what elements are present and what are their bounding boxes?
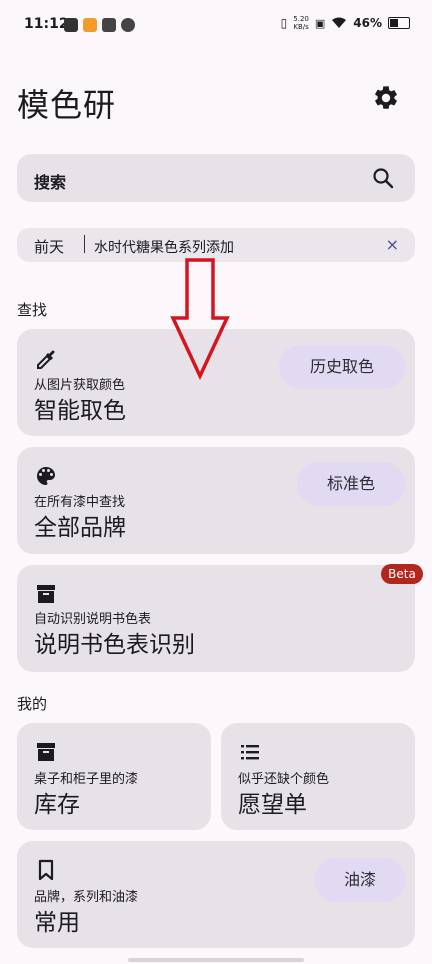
search-icon[interactable] xyxy=(371,166,395,190)
notification-icons xyxy=(64,18,135,32)
battery-icon xyxy=(388,17,410,29)
status-bar: 11:12 ▯ 5.20 KB/s ▣ 46% xyxy=(0,0,432,52)
search-label: 搜索 xyxy=(34,173,67,192)
common-card[interactable]: 品牌，系列和油漆 常用 油漆 xyxy=(17,841,415,948)
vibrate-icon: ▯ xyxy=(280,16,288,30)
notice-divider xyxy=(84,235,85,253)
common-title: 常用 xyxy=(34,910,80,936)
status-right: ▯ 5.20 KB/s ▣ 46% xyxy=(281,15,410,31)
close-icon[interactable]: × xyxy=(386,235,399,254)
video-notification-icon xyxy=(102,18,116,32)
paint-button[interactable]: 油漆 xyxy=(315,858,405,902)
search-bar[interactable]: 搜索 xyxy=(17,154,415,202)
bookmark-icon xyxy=(38,859,54,881)
net-speed: 5.20 KB/s xyxy=(293,15,309,31)
page-title: 模色研 xyxy=(17,86,117,124)
wishlist-title: 愿望单 xyxy=(238,792,307,818)
notice-message: 水时代糖果色系列添加 xyxy=(94,240,234,256)
manual-scan-card[interactable]: 自动识别说明书色表 说明书色表识别 xyxy=(17,565,415,672)
gear-icon[interactable] xyxy=(372,84,400,112)
status-time: 11:12 xyxy=(24,16,69,32)
inventory-title: 库存 xyxy=(34,792,80,818)
smart-pick-title: 智能取色 xyxy=(34,398,126,424)
notice-date: 前天 xyxy=(34,238,65,256)
palette-icon xyxy=(37,467,55,485)
link-notification-icon xyxy=(121,18,135,32)
wifi-icon xyxy=(332,17,347,28)
sim-icon: ▣ xyxy=(314,16,326,30)
gesture-bar xyxy=(128,958,304,962)
manual-scan-title: 说明书色表识别 xyxy=(34,632,195,658)
annotation-down-arrow xyxy=(170,258,230,380)
mail-notification-icon xyxy=(64,18,78,32)
history-pick-button[interactable]: 历史取色 xyxy=(279,345,405,389)
wishlist-card[interactable]: 似乎还缺个颜色 愿望单 xyxy=(221,723,415,830)
section-mine-heading: 我的 xyxy=(17,695,48,713)
inventory-card[interactable]: 桌子和柜子里的漆 库存 xyxy=(17,723,211,830)
battery-percent: 46% xyxy=(353,16,382,30)
archive-icon xyxy=(37,743,55,761)
update-notice[interactable]: 前天 水时代糖果色系列添加 × xyxy=(17,228,415,262)
all-brands-title: 全部品牌 xyxy=(34,515,126,541)
section-find-heading: 查找 xyxy=(17,301,48,319)
app-notification-icon xyxy=(83,18,97,32)
all-brands-card[interactable]: 在所有漆中查找 全部品牌 标准色 xyxy=(17,447,415,554)
box-icon xyxy=(37,585,55,603)
eyedropper-icon xyxy=(37,350,55,369)
list-icon xyxy=(241,745,259,760)
standard-color-button[interactable]: 标准色 xyxy=(297,462,405,506)
beta-badge: Beta xyxy=(381,564,423,584)
